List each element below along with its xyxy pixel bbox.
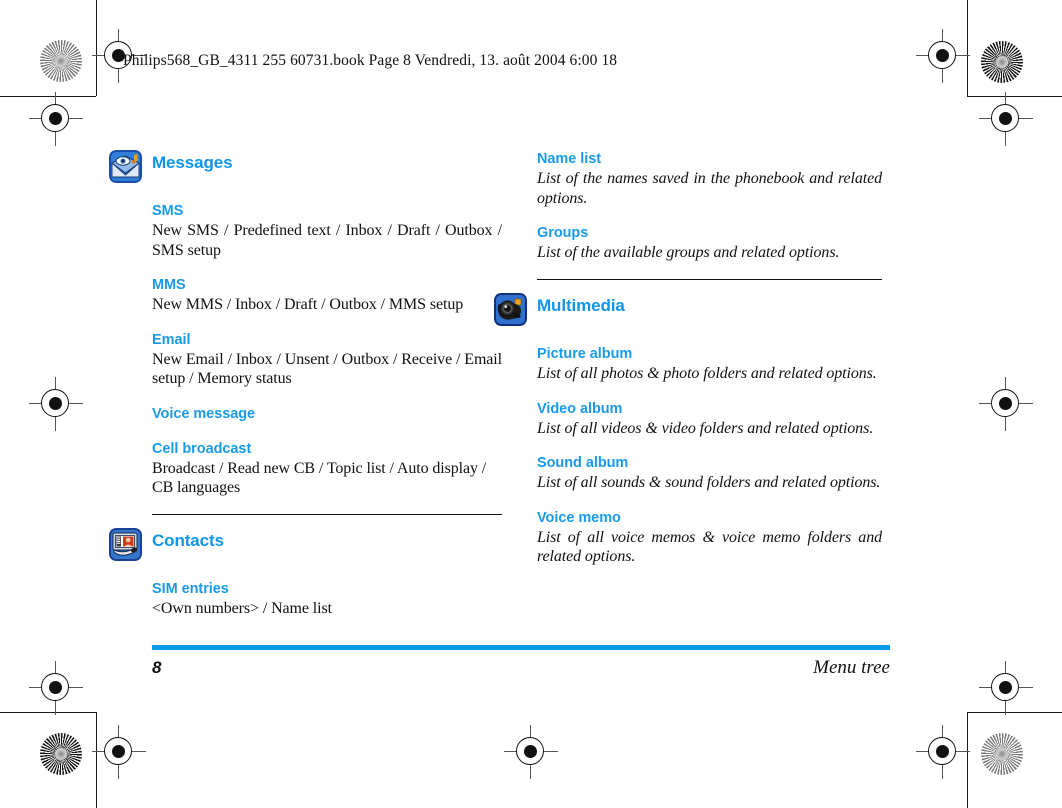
- section-header-contacts: Contacts: [109, 528, 502, 562]
- entry-body-cell-broadcast: Broadcast / Read new CB / Topic list / A…: [152, 459, 487, 497]
- entry-body-groups: List of the available groups and related…: [537, 244, 840, 261]
- entry-title-name-list: Name list: [537, 151, 602, 167]
- section-header-messages: Messages: [109, 150, 502, 184]
- registration-mark-left-middle: [29, 377, 83, 431]
- contacts-screen-icon: [109, 528, 142, 562]
- section-title-messages: Messages: [152, 153, 233, 172]
- trim-line-bottom-left-h: [0, 712, 96, 713]
- registration-mark-bottom-left: [92, 725, 146, 779]
- entry-cell-broadcast: Cell broadcast Broadcast / Read new CB /…: [152, 440, 502, 498]
- entry-sound-album: Sound album List of all sounds & sound f…: [537, 454, 882, 493]
- trim-line-bottom-right: [967, 712, 968, 808]
- starburst-target-bottom-right: [981, 733, 1023, 775]
- starburst-target-bottom-left: [40, 733, 82, 775]
- right-column: Name list List of the names saved in the…: [494, 150, 882, 578]
- entry-title-groups: Groups: [537, 225, 589, 241]
- entry-title-sim-entries: SIM entries: [152, 581, 229, 598]
- section-title-multimedia: Multimedia: [537, 296, 625, 316]
- scanned-manual-page: Philips568_GB_4311 255 60731.book Page 8…: [0, 0, 1062, 808]
- entry-body-sim-entries: <Own numbers> / Name list: [152, 600, 332, 618]
- entry-picture-album: Picture album List of all photos & photo…: [537, 345, 882, 384]
- entry-sim-entries: SIM entries <Own numbers> / Name list: [152, 580, 502, 619]
- entry-body-email: New Email / Inbox / Unsent / Outbox / Re…: [152, 350, 502, 388]
- entry-body-picture-album: List of all photos & photo folders and r…: [537, 365, 877, 383]
- entry-video-album: Video album List of all videos & video f…: [537, 400, 882, 439]
- entry-name-list: Name list List of the names saved in the…: [537, 150, 882, 208]
- registration-mark-top-right: [916, 29, 970, 83]
- left-column: Messages SMS New SMS / Predefined text /…: [109, 150, 502, 630]
- section-separator-right: [537, 278, 882, 281]
- entry-title-picture-album: Picture album: [537, 346, 633, 363]
- messages-envelope-icon: [109, 150, 142, 183]
- section-header-multimedia: Multimedia: [494, 293, 882, 327]
- multimedia-camera-icon: [494, 293, 527, 327]
- book-file-header-stamp: Philips568_GB_4311 255 60731.book Page 8…: [123, 52, 618, 69]
- section-title-contacts: Contacts: [152, 531, 224, 551]
- entry-title-email: Email: [152, 331, 191, 348]
- entry-body-sound-album: List of all sounds & sound folders and r…: [537, 474, 881, 492]
- registration-mark-left-lower: [29, 661, 83, 715]
- starburst-target-top-right: [981, 41, 1023, 83]
- registration-mark-bottom-center: [504, 725, 558, 779]
- entry-title-voice-message: Voice message: [152, 405, 256, 422]
- entry-mms: MMS New MMS / Inbox / Draft / Outbox / M…: [152, 276, 502, 315]
- entry-title-voice-memo: Voice memo: [537, 509, 621, 526]
- trim-line-bottom-right-h: [967, 712, 1062, 713]
- entry-voice-message: Voice message: [152, 405, 502, 424]
- section-separator-left: [152, 513, 502, 516]
- entry-title-mms: MMS: [152, 277, 186, 293]
- footer-page-number: 8: [152, 658, 162, 677]
- entry-body-sms: New SMS / Predefined text / Inbox / Draf…: [152, 222, 502, 259]
- entry-voice-memo: Voice memo List of all voice memos & voi…: [537, 509, 882, 567]
- entry-groups: Groups List of the available groups and …: [537, 224, 882, 263]
- registration-mark-right-middle: [979, 377, 1033, 431]
- entry-email: Email New Email / Inbox / Unsent / Outbo…: [152, 331, 502, 389]
- registration-mark-left-upper: [29, 92, 83, 146]
- entry-body-name-list: List of the names saved in the phonebook…: [537, 170, 882, 207]
- entry-sms: SMS New SMS / Predefined text / Inbox / …: [152, 202, 502, 260]
- registration-mark-right-upper: [979, 92, 1033, 146]
- entry-title-sms: SMS: [152, 203, 184, 219]
- starburst-target-top-left: [40, 40, 82, 82]
- footer-chapter-label: Menu tree: [813, 657, 890, 678]
- registration-mark-right-lower: [979, 661, 1033, 715]
- entry-body-video-album: List of all videos & video folders and r…: [537, 419, 874, 437]
- trim-line-right: [967, 0, 968, 96]
- entry-body-mms: New MMS / Inbox / Draft / Outbox / MMS s…: [152, 296, 464, 313]
- entry-title-video-album: Video album: [537, 400, 623, 417]
- registration-mark-bottom-right: [916, 725, 970, 779]
- entry-body-voice-memo: List of all voice memos & voice memo fol…: [537, 528, 882, 566]
- entry-title-sound-album: Sound album: [537, 455, 629, 472]
- footer-blue-bar: [152, 645, 890, 650]
- entry-title-cell-broadcast: Cell broadcast: [152, 440, 252, 457]
